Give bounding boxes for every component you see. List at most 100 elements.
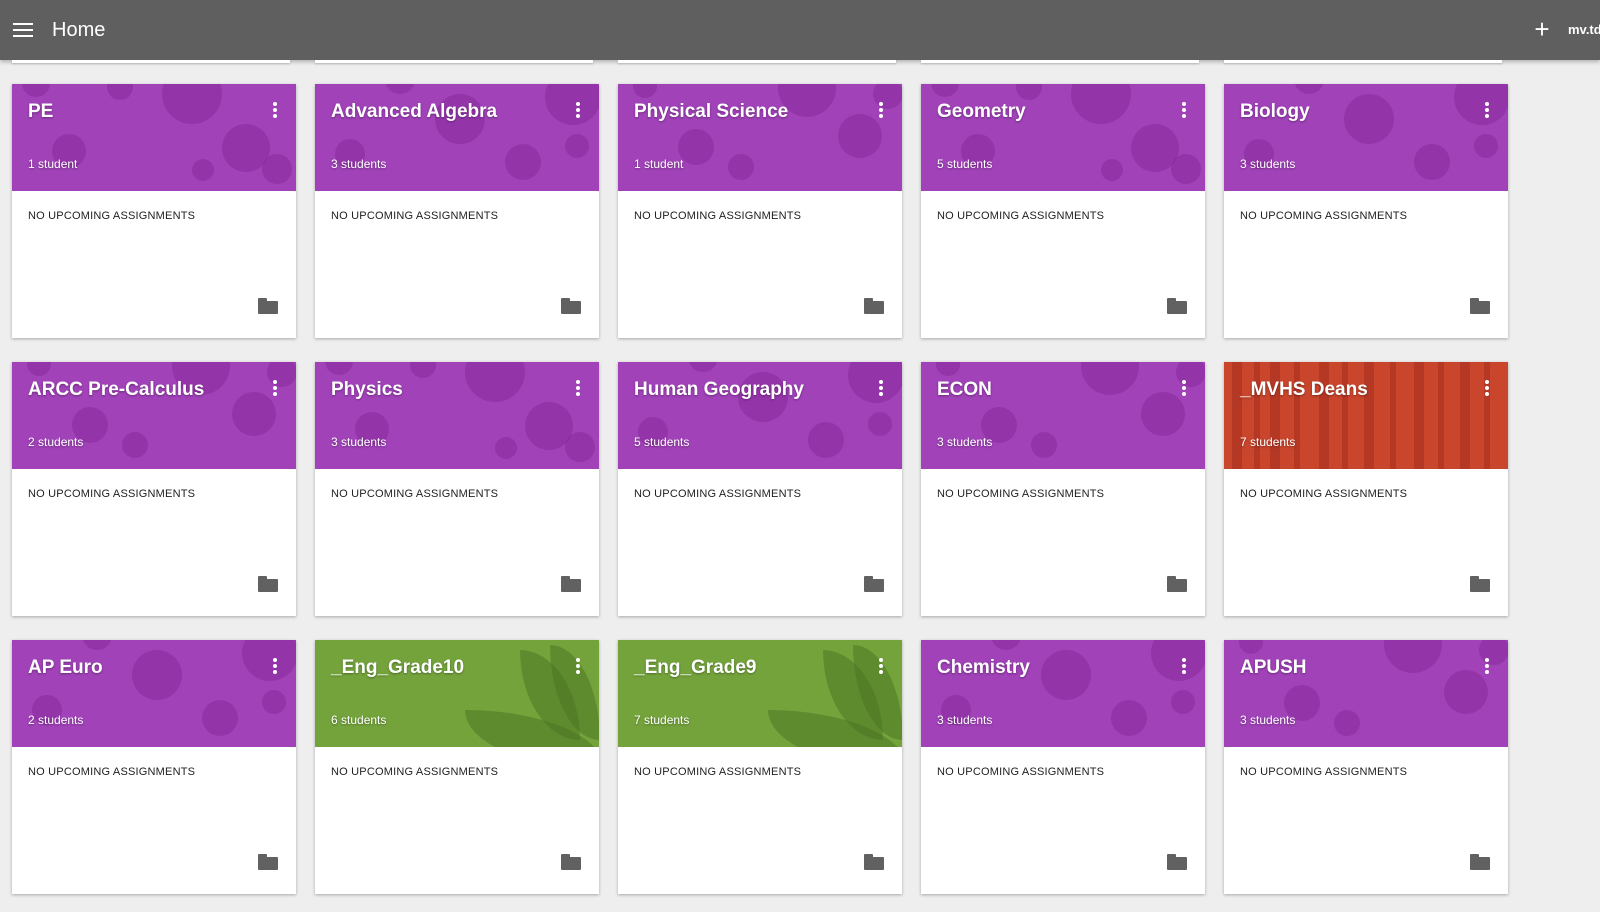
class-name[interactable]: APUSH	[1240, 657, 1307, 679]
student-count: 1 student	[634, 157, 684, 171]
decorative-bubble	[1294, 84, 1324, 94]
folder-icon[interactable]	[561, 298, 581, 314]
class-name[interactable]: Human Geography	[634, 379, 804, 401]
class-name[interactable]: ECON	[937, 379, 992, 401]
more-vert-icon[interactable]	[573, 380, 583, 398]
decorative-bubble	[107, 84, 133, 100]
upcoming-assignments-label: NO UPCOMING ASSIGNMENTS	[1240, 210, 1408, 222]
class-name[interactable]: Physical Science	[634, 101, 788, 123]
class-card[interactable]: _Eng_Grade10 6 students NO UPCOMING ASSIGN…	[315, 640, 599, 894]
class-card-header[interactable]: _Eng_Grade9 7 students	[618, 640, 902, 747]
folder-icon[interactable]	[864, 298, 884, 314]
decorative-bubble	[633, 84, 657, 98]
more-vert-icon[interactable]	[573, 658, 583, 676]
class-card-header[interactable]: ARCC Pre-Calculus 2 students	[12, 362, 296, 469]
class-card-header[interactable]: Advanced Algebra 3 students	[315, 84, 599, 191]
decorative-bubble	[1414, 144, 1450, 180]
class-card-header[interactable]: Biology 3 students	[1224, 84, 1508, 191]
class-card[interactable]: AP Euro 2 students NO UPCOMING ASSIGNMENTS	[12, 640, 296, 894]
student-count: 6 students	[331, 713, 387, 727]
more-vert-icon[interactable]	[270, 380, 280, 398]
class-card[interactable]: _MVHS Deans 7 students NO UPCOMING ASSIGNM…	[1224, 362, 1508, 616]
student-count: 3 students	[937, 713, 993, 727]
class-name[interactable]: _Eng_Grade9	[634, 657, 757, 679]
decorative-stripe	[1484, 362, 1490, 469]
more-vert-icon[interactable]	[1482, 102, 1492, 120]
upcoming-assignments-label: NO UPCOMING ASSIGNMENTS	[331, 210, 499, 222]
class-card-header[interactable]: ECON 3 students	[921, 362, 1205, 469]
class-name[interactable]: Physics	[331, 379, 403, 401]
decorative-bubble	[465, 362, 525, 402]
class-card-header[interactable]: Chemistry 3 students	[921, 640, 1205, 747]
class-card-header[interactable]: Geometry 5 students	[921, 84, 1205, 191]
class-name[interactable]: PE	[28, 101, 53, 123]
top-app-bar: Home + mv.td	[0, 0, 1600, 60]
student-count: 1 student	[28, 157, 78, 171]
class-name[interactable]: AP Euro	[28, 657, 103, 679]
more-vert-icon[interactable]	[876, 102, 886, 120]
class-card[interactable]: Physics 3 students NO UPCOMING ASSIGNMENTS	[315, 362, 599, 616]
folder-icon[interactable]	[1470, 854, 1490, 870]
folder-icon[interactable]	[258, 298, 278, 314]
class-card[interactable]: Biology 3 students NO UPCOMING ASSIGNMENTS	[1224, 84, 1508, 338]
decorative-bubble	[132, 650, 182, 700]
more-vert-icon[interactable]	[876, 658, 886, 676]
more-vert-icon[interactable]	[876, 380, 886, 398]
class-name[interactable]: ARCC Pre-Calculus	[28, 379, 204, 401]
upcoming-assignments-label: NO UPCOMING ASSIGNMENTS	[1240, 766, 1408, 778]
class-card[interactable]: ARCC Pre-Calculus 2 students NO UPCOMING A…	[12, 362, 296, 616]
more-vert-icon[interactable]	[1179, 380, 1189, 398]
class-card[interactable]: Chemistry 3 students NO UPCOMING ASSIGNMEN…	[921, 640, 1205, 894]
folder-icon[interactable]	[561, 576, 581, 592]
class-name[interactable]: _MVHS Deans	[1240, 379, 1368, 401]
folder-icon[interactable]	[864, 854, 884, 870]
decorative-stripe	[1414, 362, 1424, 469]
class-card-header[interactable]: _MVHS Deans 7 students	[1224, 362, 1508, 469]
more-vert-icon[interactable]	[573, 102, 583, 120]
more-vert-icon[interactable]	[270, 658, 280, 676]
folder-icon[interactable]	[258, 854, 278, 870]
class-card-header[interactable]: Physical Science 1 student	[618, 84, 902, 191]
upcoming-assignments-label: NO UPCOMING ASSIGNMENTS	[331, 488, 499, 500]
class-card[interactable]: Human Geography 5 students NO UPCOMING ASS…	[618, 362, 902, 616]
class-card-header[interactable]: Human Geography 5 students	[618, 362, 902, 469]
class-card[interactable]: PE 1 student NO UPCOMING ASSIGNMENTS	[12, 84, 296, 338]
more-vert-icon[interactable]	[1179, 658, 1189, 676]
more-vert-icon[interactable]	[1482, 658, 1492, 676]
class-name[interactable]: Biology	[1240, 101, 1310, 123]
class-card-header[interactable]: APUSH 3 students	[1224, 640, 1508, 747]
account-name[interactable]: mv.td	[1568, 22, 1600, 37]
decorative-bubble	[262, 154, 292, 184]
class-card-header[interactable]: Physics 3 students	[315, 362, 599, 469]
more-vert-icon[interactable]	[1179, 102, 1189, 120]
class-card[interactable]: _Eng_Grade9 7 students NO UPCOMING ASSIGNM…	[618, 640, 902, 894]
class-name[interactable]: _Eng_Grade10	[331, 657, 464, 679]
class-card[interactable]: APUSH 3 students NO UPCOMING ASSIGNMENTS	[1224, 640, 1508, 894]
plus-icon[interactable]: +	[1530, 16, 1554, 42]
class-card[interactable]: Physical Science 1 student NO UPCOMING ASS…	[618, 84, 902, 338]
folder-icon[interactable]	[1470, 576, 1490, 592]
upcoming-assignments-label: NO UPCOMING ASSIGNMENTS	[28, 210, 196, 222]
folder-icon[interactable]	[1167, 854, 1187, 870]
folder-icon[interactable]	[561, 854, 581, 870]
scrolled-card-edges	[0, 60, 1530, 63]
folder-icon[interactable]	[864, 576, 884, 592]
class-card-header[interactable]: AP Euro 2 students	[12, 640, 296, 747]
hamburger-menu-icon[interactable]	[13, 21, 33, 39]
folder-icon[interactable]	[1470, 298, 1490, 314]
class-card-header[interactable]: _Eng_Grade10 6 students	[315, 640, 599, 747]
folder-icon[interactable]	[258, 576, 278, 592]
class-card[interactable]: Geometry 5 students NO UPCOMING ASSIGNMENT…	[921, 84, 1205, 338]
class-name[interactable]: Advanced Algebra	[331, 101, 497, 123]
class-card[interactable]: Advanced Algebra 3 students NO UPCOMING AS…	[315, 84, 599, 338]
decorative-bubble	[565, 432, 595, 462]
upcoming-assignments-label: NO UPCOMING ASSIGNMENTS	[331, 766, 499, 778]
class-name[interactable]: Geometry	[937, 101, 1026, 123]
folder-icon[interactable]	[1167, 298, 1187, 314]
class-name[interactable]: Chemistry	[937, 657, 1030, 679]
folder-icon[interactable]	[1167, 576, 1187, 592]
more-vert-icon[interactable]	[1482, 380, 1492, 398]
more-vert-icon[interactable]	[270, 102, 280, 120]
class-card-header[interactable]: PE 1 student	[12, 84, 296, 191]
class-card[interactable]: ECON 3 students NO UPCOMING ASSIGNMENTS	[921, 362, 1205, 616]
